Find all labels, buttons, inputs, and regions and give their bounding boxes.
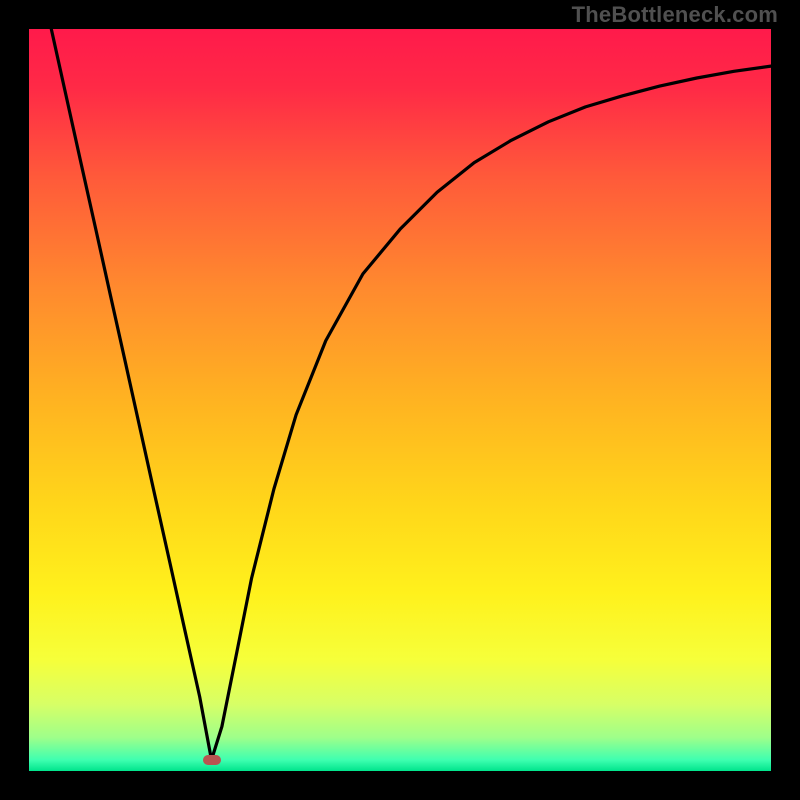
minimum-marker (203, 755, 221, 765)
chart-frame: TheBottleneck.com (0, 0, 800, 800)
bottleneck-curve (29, 29, 771, 771)
watermark-label: TheBottleneck.com (572, 2, 778, 28)
plot-area (29, 29, 771, 771)
